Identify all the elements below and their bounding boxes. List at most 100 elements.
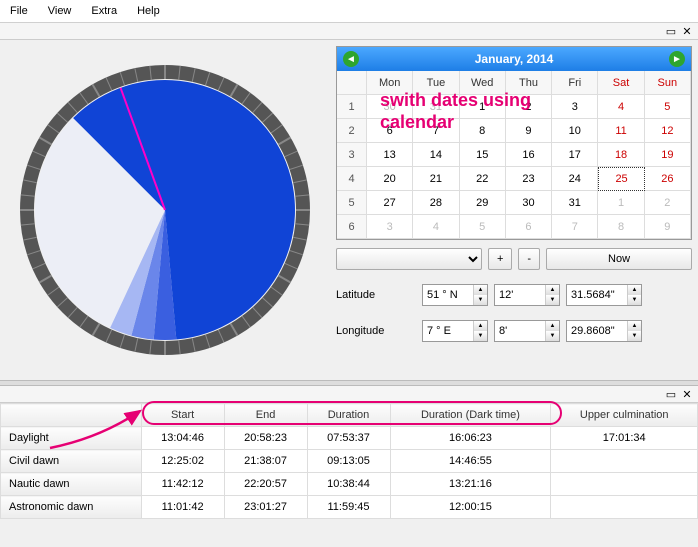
longitude-sec-spinner[interactable]: ▲▼ [566, 320, 642, 342]
calendar-next-icon[interactable]: ► [669, 51, 685, 67]
table-header[interactable]: Upper culmination [551, 404, 698, 427]
calendar-now-button[interactable]: Now [546, 248, 692, 270]
longitude-min-input[interactable] [495, 323, 545, 339]
calendar-day[interactable]: 28 [413, 191, 459, 215]
calendar-day[interactable]: 31 [413, 95, 459, 119]
calendar-title[interactable]: January, 2014 [475, 52, 554, 66]
calendar-day[interactable]: 24 [552, 167, 598, 191]
calendar-day[interactable]: 6 [506, 215, 552, 239]
calendar-day[interactable]: 1 [598, 191, 644, 215]
calendar-day[interactable]: 5 [460, 215, 506, 239]
spin-down-icon[interactable]: ▼ [546, 331, 559, 341]
calendar-day[interactable]: 4 [598, 95, 644, 119]
longitude-min-spinner[interactable]: ▲▼ [494, 320, 560, 342]
calendar-day[interactable]: 16 [506, 143, 552, 167]
calendar-day[interactable]: 17 [552, 143, 598, 167]
calendar-day[interactable]: 8 [460, 119, 506, 143]
calendar-dayhead: Mon [367, 71, 413, 95]
calendar-day[interactable]: 7 [413, 119, 459, 143]
calendar-day[interactable]: 27 [367, 191, 413, 215]
dock-maximize-icon[interactable]: ▭ [664, 388, 678, 400]
latitude-min-input[interactable] [495, 287, 545, 303]
calendar-day[interactable]: 11 [598, 119, 644, 143]
latitude-deg-input[interactable] [423, 287, 473, 303]
calendar-day[interactable]: 5 [645, 95, 691, 119]
calendar-day[interactable]: 3 [367, 215, 413, 239]
calendar-day[interactable]: 3 [552, 95, 598, 119]
calendar-day[interactable]: 26 [645, 167, 691, 191]
calendar-day[interactable]: 29 [460, 191, 506, 215]
pie-chart-panel [0, 40, 330, 380]
spin-down-icon[interactable]: ▼ [474, 331, 487, 341]
calendar-day[interactable]: 25 [598, 167, 644, 191]
calendar-day[interactable]: 30 [506, 191, 552, 215]
spin-down-icon[interactable]: ▼ [628, 331, 641, 341]
spin-up-icon[interactable]: ▲ [628, 321, 641, 331]
calendar-header: ◄ January, 2014 ► [337, 47, 691, 71]
latitude-sec-spinner[interactable]: ▲▼ [566, 284, 642, 306]
spin-up-icon[interactable]: ▲ [474, 285, 487, 295]
table-header[interactable]: Duration (Dark time) [390, 404, 551, 427]
calendar-day[interactable]: 6 [367, 119, 413, 143]
calendar-minus-button[interactable]: - [518, 248, 540, 270]
spin-up-icon[interactable]: ▲ [474, 321, 487, 331]
latitude-min-spinner[interactable]: ▲▼ [494, 284, 560, 306]
spin-down-icon[interactable]: ▼ [474, 295, 487, 305]
table-row: Astronomic dawn11:01:4223:01:2711:59:451… [1, 496, 698, 519]
table-header[interactable]: End [224, 404, 307, 427]
calendar-day[interactable]: 12 [645, 119, 691, 143]
calendar-day[interactable]: 15 [460, 143, 506, 167]
calendar-day[interactable]: 2 [506, 95, 552, 119]
table-header[interactable]: Start [141, 404, 224, 427]
calendar-day[interactable]: 9 [645, 215, 691, 239]
table-row: Daylight13:04:4620:58:2307:53:3716:06:23… [1, 427, 698, 450]
table-cell: 07:53:37 [307, 427, 390, 450]
menu-help[interactable]: Help [127, 2, 170, 20]
calendar-day[interactable]: 14 [413, 143, 459, 167]
calendar-day[interactable]: 7 [552, 215, 598, 239]
latitude-deg-spinner[interactable]: ▲▼ [422, 284, 488, 306]
menu-extra[interactable]: Extra [81, 2, 127, 20]
calendar-day[interactable]: 22 [460, 167, 506, 191]
table-header[interactable]: Duration [307, 404, 390, 427]
spin-up-icon[interactable]: ▲ [546, 321, 559, 331]
calendar-day[interactable]: 19 [645, 143, 691, 167]
menu-file[interactable]: File [0, 2, 38, 20]
calendar-day[interactable]: 4 [413, 215, 459, 239]
dock-close-icon[interactable]: ✕ [680, 25, 694, 37]
calendar-dayhead: Thu [506, 71, 552, 95]
calendar-day[interactable]: 1 [460, 95, 506, 119]
calendar-plus-button[interactable]: + [488, 248, 512, 270]
longitude-sec-input[interactable] [567, 323, 627, 339]
calendar-day[interactable]: 8 [598, 215, 644, 239]
spin-up-icon[interactable]: ▲ [546, 285, 559, 295]
spin-down-icon[interactable]: ▼ [546, 295, 559, 305]
calendar-day[interactable]: 10 [552, 119, 598, 143]
row-label: Daylight [1, 427, 142, 450]
calendar-select[interactable] [336, 248, 482, 270]
calendar-day[interactable]: 23 [506, 167, 552, 191]
longitude-deg-spinner[interactable]: ▲▼ [422, 320, 488, 342]
calendar-day[interactable]: 31 [552, 191, 598, 215]
dock-close-icon[interactable]: ✕ [680, 388, 694, 400]
spin-down-icon[interactable]: ▼ [628, 295, 641, 305]
latitude-sec-input[interactable] [567, 287, 627, 303]
calendar-day[interactable]: 21 [413, 167, 459, 191]
menu-view[interactable]: View [38, 2, 82, 20]
calendar-day[interactable]: 9 [506, 119, 552, 143]
calendar-day[interactable]: 20 [367, 167, 413, 191]
calendar-day[interactable]: 2 [645, 191, 691, 215]
table-header[interactable] [1, 404, 142, 427]
table-cell: 17:01:34 [551, 427, 698, 450]
calendar-day[interactable]: 13 [367, 143, 413, 167]
row-label: Astronomic dawn [1, 496, 142, 519]
longitude-deg-input[interactable] [423, 323, 473, 339]
dock-maximize-icon[interactable]: ▭ [664, 25, 678, 37]
calendar-day[interactable]: 18 [598, 143, 644, 167]
calendar-day[interactable]: 30 [367, 95, 413, 119]
calendar-prev-icon[interactable]: ◄ [343, 51, 359, 67]
spin-up-icon[interactable]: ▲ [628, 285, 641, 295]
data-table-panel: StartEndDurationDuration (Dark time)Uppe… [0, 403, 698, 519]
calendar-weeknum: 1 [337, 95, 367, 119]
table-cell [551, 496, 698, 519]
